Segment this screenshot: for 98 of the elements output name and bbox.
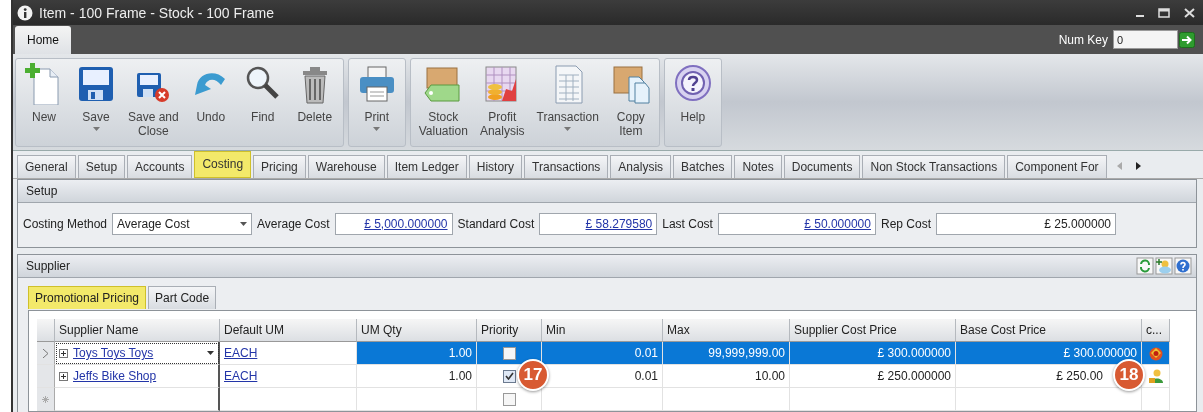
tab[interactable]: Promotional Pricing: [28, 286, 147, 309]
panel-header: Setup: [18, 180, 1196, 203]
panel-title: Supplier: [26, 258, 71, 275]
ribbon-button[interactable]: Profit Analysis: [473, 59, 531, 146]
table-cell: 99,999,999.00: [663, 342, 790, 365]
tab[interactable]: History: [468, 155, 523, 178]
row-indicator[interactable]: [37, 388, 55, 411]
ribbon-tab[interactable]: Home: [15, 26, 71, 55]
expand-icon: [59, 371, 68, 381]
ribbon-button[interactable]: Delete: [288, 59, 341, 146]
column-header[interactable]: Supplier Cost Price: [790, 319, 956, 342]
tab[interactable]: Analysis: [610, 155, 672, 178]
ribbon-button[interactable]: New: [18, 59, 70, 146]
row-indicator[interactable]: [37, 365, 55, 388]
table-cell-text: £ 250.00: [1056, 369, 1103, 383]
column-header[interactable]: Default UM: [220, 319, 357, 342]
tab[interactable]: Item Ledger: [386, 155, 467, 178]
num-key-label: Num Key: [1058, 32, 1108, 47]
header-corner: [37, 319, 55, 342]
dropdown-caret-icon: [207, 351, 214, 355]
scroll-left-icon: [1116, 162, 1122, 170]
priority-checkbox[interactable]: [502, 346, 516, 360]
maximize-icon: [1158, 7, 1170, 18]
column-header[interactable]: UM Qty: [357, 319, 477, 342]
tab[interactable]: Notes: [734, 155, 782, 178]
table-cell: £ 250.000000: [790, 365, 956, 388]
info-icon: [17, 4, 33, 21]
cost-field[interactable]: £ 58.279580: [539, 213, 658, 235]
supplier-link[interactable]: Jeffs Bike Shop: [73, 369, 157, 383]
current-row-icon: [43, 348, 48, 358]
priority-checkbox[interactable]: [502, 392, 516, 406]
num-key-field[interactable]: 0: [1113, 30, 1178, 50]
column-header[interactable]: Priority: [477, 319, 542, 342]
help-icon[interactable]: [1174, 257, 1192, 275]
cost-link[interactable]: £ 50.000000: [804, 217, 871, 231]
tab[interactable]: Setup: [77, 155, 126, 178]
cost-link[interactable]: £ 58.279580: [585, 217, 653, 231]
column-header[interactable]: Max: [663, 319, 790, 342]
column-header[interactable]: Min: [542, 319, 663, 342]
table-cell: 0.01: [542, 342, 663, 365]
tab[interactable]: Component For: [1007, 155, 1107, 178]
field-label: Costing Method: [23, 217, 108, 231]
ribbon-button[interactable]: Undo: [184, 59, 237, 146]
scroll-right-icon: [1135, 162, 1141, 170]
ribbon-button[interactable]: Transaction: [530, 59, 605, 146]
dropdown-caret-icon: [240, 222, 248, 226]
tab[interactable]: Batches: [673, 155, 733, 178]
field-label: Last Cost: [662, 217, 713, 231]
tab[interactable]: Non Stock Transactions: [862, 155, 1006, 178]
new-row-icon: [42, 395, 49, 403]
priority-checkbox[interactable]: [502, 369, 516, 383]
field-label: Average Cost: [257, 217, 330, 231]
field-label: Rep Cost: [880, 217, 931, 231]
table-cell: 1.00: [357, 342, 477, 365]
tab[interactable]: General: [17, 155, 76, 178]
cost-field[interactable]: £ 50.000000: [717, 213, 876, 235]
ribbon-button[interactable]: Find: [236, 59, 289, 146]
close-icon: [1184, 7, 1195, 18]
minimize-icon: [1136, 15, 1144, 18]
expand-icon: [59, 348, 68, 358]
add-person-icon[interactable]: [1155, 257, 1173, 275]
ribbon-button[interactable]: Copy Item: [604, 59, 657, 146]
table-cell: £ 300.000000: [790, 342, 956, 365]
column-header[interactable]: c...: [1142, 319, 1170, 342]
checkmark-icon: [504, 372, 514, 380]
supplier-status-icon: [1147, 345, 1164, 361]
row-indicator[interactable]: [37, 342, 55, 365]
ribbon-button[interactable]: Stock Valuation: [412, 59, 474, 146]
cost-field[interactable]: £ 25.000000: [936, 213, 1116, 235]
table-cell: 1.00: [357, 365, 477, 388]
tab[interactable]: Part Code: [148, 286, 217, 309]
supplier-link[interactable]: Toys Toys Toys: [73, 346, 154, 360]
ribbon-button[interactable]: Save and Close: [122, 59, 185, 146]
tab[interactable]: Costing: [194, 151, 252, 178]
tab[interactable]: Warehouse: [307, 155, 385, 178]
refresh-icon[interactable]: [1136, 257, 1154, 275]
tab[interactable]: Accounts: [127, 155, 193, 178]
cost-link[interactable]: £ 5,000.000000: [364, 217, 448, 231]
cost-field[interactable]: £ 5,000.000000: [334, 213, 453, 235]
window-title: Item - 100 Frame - Stock - 100 Frame: [39, 4, 274, 21]
person-icon: [1147, 368, 1164, 384]
callout-badge: 17: [517, 359, 549, 391]
column-header[interactable]: Base Cost Price: [956, 319, 1142, 342]
costing-method-dropdown[interactable]: Average Cost: [112, 213, 253, 235]
copy-document-icon: [610, 63, 651, 106]
ribbon-button[interactable]: Print: [350, 59, 403, 146]
unit-link[interactable]: EACH: [224, 369, 258, 383]
table-cell: 10.00: [663, 365, 790, 388]
table-cell: £ 300.000000: [956, 342, 1142, 365]
tab[interactable]: Transactions: [524, 155, 609, 178]
column-header[interactable]: Supplier Name: [55, 319, 220, 342]
ribbon-button[interactable]: Save: [70, 59, 122, 146]
field-label: Standard Cost: [457, 217, 535, 231]
tab[interactable]: Documents: [783, 155, 861, 178]
ribbon-button[interactable]: Help: [666, 59, 719, 146]
tab[interactable]: Pricing: [253, 155, 306, 178]
callout-badge: 18: [1113, 359, 1145, 391]
unit-link[interactable]: EACH: [224, 346, 258, 360]
